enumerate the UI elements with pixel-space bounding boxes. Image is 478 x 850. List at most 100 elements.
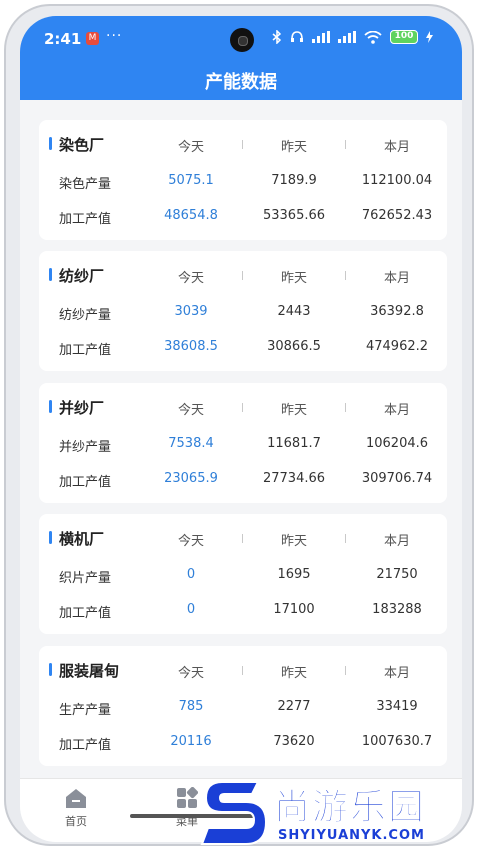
watermark-text-en: SHYIYUANYK.COM — [278, 828, 425, 843]
value-yesterday: 7189.9 — [271, 173, 317, 188]
factory-card: 染色厂 今天 昨天 本月 染色产量 5075.1 7189.9 112100.0… — [39, 120, 447, 240]
wifi-icon — [364, 30, 382, 44]
col-month: 本月 — [383, 140, 410, 155]
divider — [242, 140, 243, 149]
value-today: 785 — [178, 699, 204, 714]
col-month: 本月 — [383, 271, 410, 286]
app-header: 2:41 M ··· 100 产能数据 — [20, 16, 462, 100]
value-month: 183288 — [372, 602, 422, 617]
col-yesterday: 昨天 — [280, 403, 307, 418]
factory-list: 染色厂 今天 昨天 本月 染色产量 5075.1 7189.9 112100.0… — [20, 100, 462, 818]
factory-card: 纺纱厂 今天 昨天 本月 纺纱产量 3039 2443 36392.8 加工产值… — [39, 251, 447, 371]
col-today: 今天 — [177, 534, 204, 549]
divider — [345, 403, 346, 412]
factory-name: 纺纱厂 — [48, 267, 105, 285]
notification-badge-icon: M — [86, 32, 99, 45]
factory-name: 服装屠甸 — [48, 662, 120, 680]
home-icon — [66, 789, 86, 808]
value-yesterday: 1695 — [277, 567, 311, 582]
value-yesterday: 17100 — [273, 602, 315, 617]
value-month: 474962.2 — [365, 339, 429, 354]
value-today: 0 — [186, 567, 196, 582]
divider — [242, 403, 243, 412]
factory-name: 并纱厂 — [48, 399, 105, 417]
tab-home-label: 首页 — [65, 815, 87, 828]
value-month: 1007630.7 — [361, 734, 433, 749]
value-month: 33419 — [376, 699, 418, 714]
value-month: 21750 — [376, 567, 418, 582]
watermark: 尚游乐园 SHYIYUANYK.COM — [200, 774, 478, 850]
watermark-logo-icon — [200, 781, 268, 845]
row-label: 加工产值 — [59, 343, 112, 358]
value-yesterday: 27734.66 — [262, 471, 326, 486]
status-bar: 2:41 M ··· 100 — [20, 16, 462, 56]
status-icons: 100 — [272, 30, 433, 44]
factory-card: 横机厂 今天 昨天 本月 织片产量 0 1695 21750 加工产值 0 17… — [39, 514, 447, 634]
tab-home[interactable]: 首页 — [36, 787, 116, 829]
col-month: 本月 — [383, 534, 410, 549]
phone-frame: 2:41 M ··· 100 产能数据 染色厂 今天 昨天 本月 染色产量 50… — [4, 4, 474, 846]
row-label: 染色产量 — [59, 177, 112, 192]
value-yesterday: 73620 — [273, 734, 315, 749]
row-label: 加工产值 — [59, 606, 112, 621]
value-yesterday: 2443 — [277, 304, 311, 319]
row-label: 并纱产量 — [59, 440, 112, 455]
row-label: 织片产量 — [59, 571, 112, 586]
divider — [242, 534, 243, 543]
value-today: 20116 — [170, 734, 212, 749]
more-notifications-icon: ··· — [106, 28, 123, 44]
headset-icon — [291, 31, 303, 42]
value-today: 3039 — [174, 304, 208, 319]
value-yesterday: 2277 — [277, 699, 311, 714]
factory-card: 服装屠甸 今天 昨天 本月 生产产量 785 2277 33419 加工产值 2… — [39, 646, 447, 766]
value-today: 23065.9 — [164, 471, 218, 486]
col-today: 今天 — [177, 666, 204, 681]
row-label: 加工产值 — [59, 475, 112, 490]
row-label: 加工产值 — [59, 738, 112, 753]
charging-icon — [426, 31, 433, 43]
divider — [242, 271, 243, 280]
col-today: 今天 — [177, 140, 204, 155]
watermark-text-cn: 尚游乐园 — [273, 787, 427, 829]
value-month: 106204.6 — [365, 436, 429, 451]
signal-icon-2 — [338, 31, 356, 43]
value-month: 309706.74 — [361, 471, 433, 486]
value-today: 0 — [186, 602, 196, 617]
value-month: 36392.8 — [370, 304, 424, 319]
col-today: 今天 — [177, 271, 204, 286]
page-title: 产能数据 — [205, 72, 277, 93]
value-today: 5075.1 — [168, 173, 214, 188]
factory-card: 并纱厂 今天 昨天 本月 并纱产量 7538.4 11681.7 106204.… — [39, 383, 447, 503]
bluetooth-icon — [272, 30, 282, 44]
factory-name: 染色厂 — [48, 136, 105, 154]
menu-grid-icon — [177, 787, 198, 808]
value-month: 112100.04 — [361, 173, 433, 188]
divider — [345, 271, 346, 280]
value-today: 48654.8 — [164, 208, 218, 223]
row-label: 加工产值 — [59, 212, 112, 227]
battery-icon: 100 — [390, 30, 418, 44]
value-yesterday: 53365.66 — [262, 208, 326, 223]
col-month: 本月 — [383, 403, 410, 418]
col-yesterday: 昨天 — [280, 666, 307, 681]
divider — [345, 666, 346, 675]
value-yesterday: 30866.5 — [267, 339, 321, 354]
value-month: 762652.43 — [361, 208, 433, 223]
col-month: 本月 — [383, 666, 410, 681]
value-yesterday: 11681.7 — [267, 436, 321, 451]
value-today: 7538.4 — [168, 436, 214, 451]
col-yesterday: 昨天 — [280, 534, 307, 549]
value-today: 38608.5 — [164, 339, 218, 354]
factory-name: 横机厂 — [48, 530, 105, 548]
divider — [242, 666, 243, 675]
status-time: 2:41 — [44, 30, 82, 48]
signal-icon-1 — [312, 31, 330, 43]
row-label: 纺纱产量 — [59, 308, 112, 323]
col-yesterday: 昨天 — [280, 271, 307, 286]
front-camera — [230, 28, 254, 52]
row-label: 生产产量 — [59, 703, 112, 718]
col-yesterday: 昨天 — [280, 140, 307, 155]
divider — [345, 534, 346, 543]
col-today: 今天 — [177, 403, 204, 418]
phone-screen: 2:41 M ··· 100 产能数据 染色厂 今天 昨天 本月 染色产量 50… — [20, 16, 462, 842]
